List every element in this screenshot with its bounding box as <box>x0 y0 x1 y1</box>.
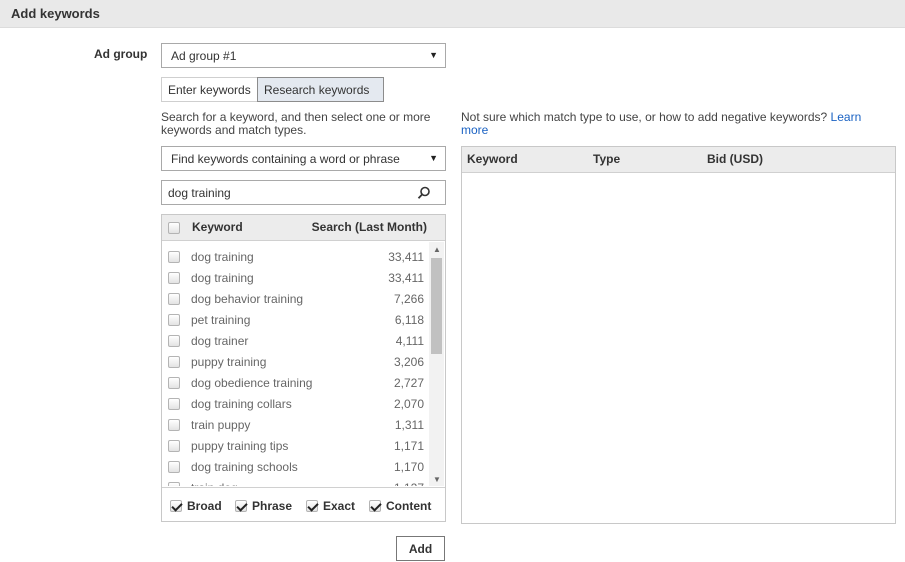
row-checkbox[interactable] <box>168 251 180 263</box>
row-checkbox[interactable] <box>168 461 180 473</box>
keyword-list: dog training 33,411 dog training 33,411 dog … <box>162 242 428 486</box>
keyword-table-header: Keyword Search (Last Month) <box>162 215 445 241</box>
match-content-checkbox[interactable] <box>369 500 381 512</box>
table-row[interactable]: dog training 33,411 <box>162 247 428 268</box>
scroll-up-icon[interactable]: ▲ <box>433 245 441 254</box>
scroll-down-icon[interactable]: ▼ <box>433 475 441 484</box>
row-search-count: 7,266 <box>393 292 424 306</box>
keyword-search-input[interactable]: dog training <box>161 180 446 205</box>
keyword-results-panel: Keyword Search (Last Month) dog training… <box>161 214 446 522</box>
selected-bid-column: Bid (USD) <box>707 152 763 166</box>
row-keyword: train puppy <box>191 418 251 432</box>
search-instructions: Search for a keyword, and then select on… <box>161 110 431 137</box>
match-exact-checkbox[interactable] <box>306 500 318 512</box>
row-search-count: 2,070 <box>393 397 424 411</box>
row-search-count: 33,411 <box>388 250 424 264</box>
selected-keywords-panel: Keyword Type Bid (USD) <box>461 146 896 524</box>
table-row[interactable]: dog training schools 1,170 <box>162 457 428 478</box>
table-row[interactable]: dog training 33,411 <box>162 268 428 289</box>
chevron-down-icon: ▼ <box>429 153 438 163</box>
select-all-checkbox[interactable] <box>168 222 180 234</box>
row-search-count: 1,127 <box>394 481 424 486</box>
row-checkbox[interactable] <box>168 377 180 389</box>
row-keyword: pet training <box>191 313 251 327</box>
row-keyword: dog trainer <box>191 334 249 348</box>
keyword-filter-select[interactable]: Find keywords containing a word or phras… <box>161 146 446 171</box>
row-keyword: dog training <box>191 250 254 264</box>
row-keyword: dog obedience training <box>191 376 313 390</box>
row-keyword: dog training schools <box>191 460 298 474</box>
table-row[interactable]: dog training collars 2,070 <box>162 394 428 415</box>
match-phrase-label: Phrase <box>252 499 293 513</box>
row-checkbox[interactable] <box>168 272 180 284</box>
row-search-count: 6,118 <box>394 313 424 327</box>
match-exact-label: Exact <box>323 499 356 513</box>
row-checkbox[interactable] <box>168 398 180 410</box>
table-row[interactable]: dog trainer 4,111 <box>162 331 428 352</box>
table-row[interactable]: dog obedience training 2,727 <box>162 373 428 394</box>
search-column-header: Search (Last Month) <box>311 220 427 234</box>
keyword-filter-value: Find keywords containing a word or phras… <box>171 152 400 166</box>
row-checkbox[interactable] <box>168 335 180 347</box>
keyword-list-scrollbar[interactable]: ▲ ▼ <box>429 242 444 486</box>
row-keyword: train dog <box>191 481 238 486</box>
row-checkbox[interactable] <box>168 419 180 431</box>
row-keyword: dog training collars <box>191 397 292 411</box>
scrollbar-thumb[interactable] <box>431 258 442 354</box>
row-checkbox[interactable] <box>168 482 180 486</box>
header-bar: Add keywords <box>0 0 905 28</box>
match-phrase[interactable]: Phrase <box>235 499 292 513</box>
match-content[interactable]: Content <box>369 499 431 513</box>
keyword-column-header: Keyword <box>192 220 243 234</box>
page-title: Add keywords <box>11 6 100 21</box>
table-row[interactable]: pet training 6,118 <box>162 310 428 331</box>
ad-group-label: Ad group <box>94 47 148 61</box>
match-exact[interactable]: Exact <box>306 499 355 513</box>
match-content-label: Content <box>386 499 432 513</box>
row-keyword: puppy training tips <box>191 439 289 453</box>
tab-research-keywords[interactable]: Research keywords <box>257 77 384 102</box>
row-checkbox[interactable] <box>168 293 180 305</box>
row-keyword: dog training <box>191 271 254 285</box>
row-search-count: 1,170 <box>393 460 424 474</box>
table-row[interactable]: puppy training 3,206 <box>162 352 428 373</box>
match-type-help: Not sure which match type to use, or how… <box>461 111 891 137</box>
table-row[interactable]: train puppy 1,311 <box>162 415 428 436</box>
row-search-count: 33,411 <box>388 271 424 285</box>
search-value: dog training <box>168 186 231 200</box>
row-checkbox[interactable] <box>168 356 180 368</box>
search-icon[interactable] <box>417 186 431 203</box>
table-row[interactable]: puppy training tips 1,171 <box>162 436 428 457</box>
selected-keyword-column: Keyword <box>467 152 518 166</box>
row-search-count: 3,206 <box>393 355 424 369</box>
match-phrase-checkbox[interactable] <box>235 500 247 512</box>
row-search-count: 4,111 <box>395 334 424 348</box>
match-broad-label: Broad <box>187 499 222 513</box>
row-search-count: 1,311 <box>394 418 424 432</box>
tab-enter-keywords[interactable]: Enter keywords <box>161 77 257 102</box>
row-keyword: puppy training <box>191 355 267 369</box>
ad-group-value: Ad group #1 <box>171 49 237 63</box>
match-type-help-text: Not sure which match type to use, or how… <box>461 110 828 124</box>
match-broad[interactable]: Broad <box>170 499 222 513</box>
table-row[interactable]: dog behavior training 7,266 <box>162 289 428 310</box>
add-button[interactable]: Add <box>396 536 445 561</box>
row-keyword: dog behavior training <box>191 292 304 306</box>
table-row[interactable]: train dog 1,127 <box>162 478 428 486</box>
ad-group-select[interactable]: Ad group #1 ▼ <box>161 43 446 68</box>
selected-type-column: Type <box>593 152 621 166</box>
row-checkbox[interactable] <box>168 314 180 326</box>
row-search-count: 1,171 <box>393 439 424 453</box>
row-checkbox[interactable] <box>168 440 180 452</box>
chevron-down-icon: ▼ <box>429 50 438 60</box>
match-type-bar: Broad Phrase Exact Content <box>162 487 445 521</box>
match-broad-checkbox[interactable] <box>170 500 182 512</box>
selected-table-header: Keyword Type Bid (USD) <box>462 147 895 173</box>
row-search-count: 2,727 <box>393 376 424 390</box>
